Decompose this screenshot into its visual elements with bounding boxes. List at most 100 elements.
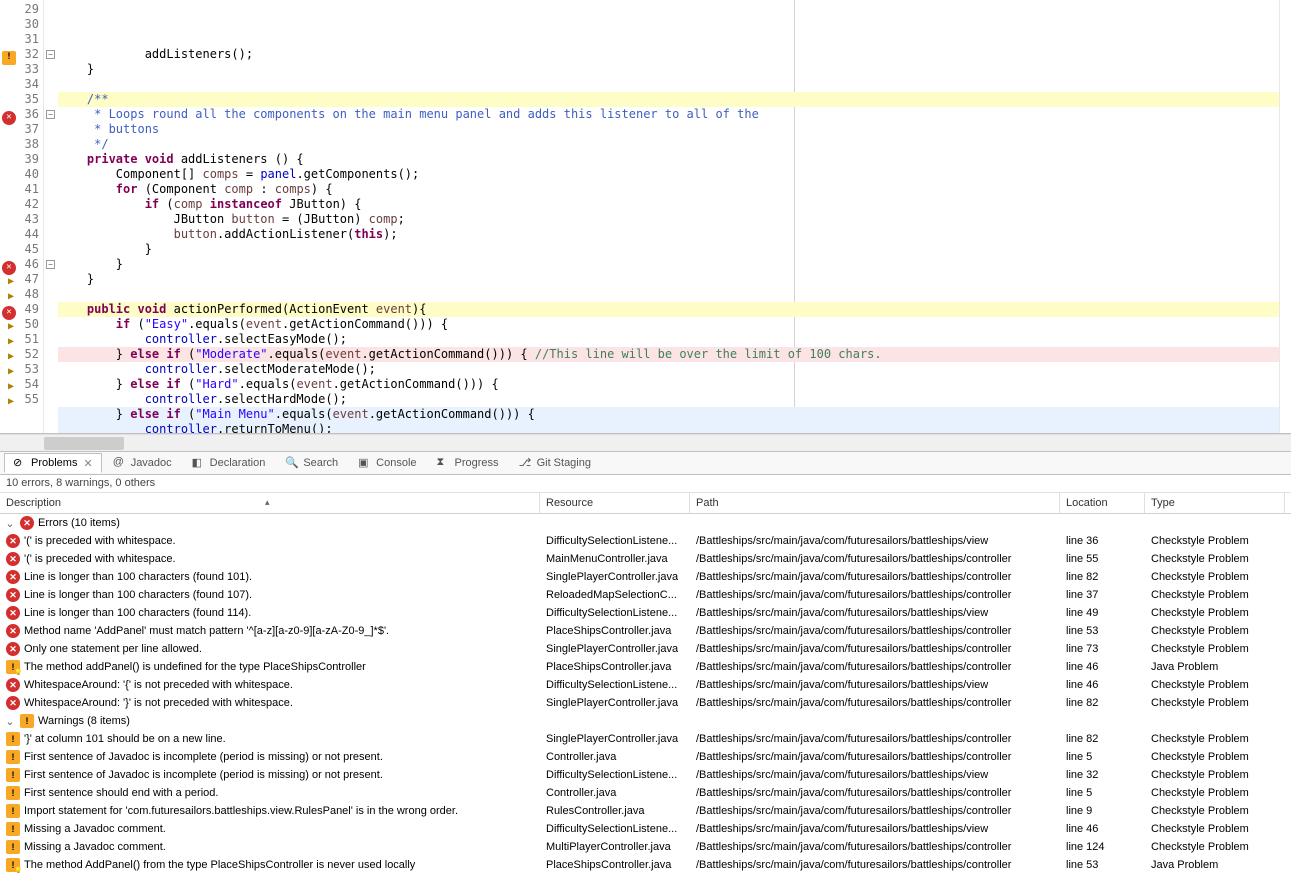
line-number[interactable]: 45 [0,242,43,257]
tab-git-staging[interactable]: ⎇Git Staging [510,453,600,473]
code-content[interactable]: addListeners(); } /** * Loops round all … [44,0,1279,433]
code-line[interactable]: * buttons [58,122,1279,137]
code-line[interactable]: /** [58,92,1279,107]
problem-row[interactable]: ✕Line is longer than 100 characters (fou… [0,568,1291,586]
problem-row[interactable]: ✕Line is longer than 100 characters (fou… [0,604,1291,622]
tab-progress[interactable]: ⧗Progress [428,453,508,473]
line-number[interactable]: 40 [0,167,43,182]
line-number-gutter[interactable]: 29303132!−33343536✕−37383940414243444546… [0,0,44,433]
code-line[interactable]: */ [58,137,1279,152]
code-line[interactable]: } else if ("Hard".equals(event.getAction… [58,377,1279,392]
code-line[interactable]: controller.selectModerateMode(); [58,362,1279,377]
code-line[interactable]: } [58,242,1279,257]
line-number[interactable]: 53▶ [0,362,43,377]
problem-row[interactable]: !Missing a Javadoc comment.DifficultySel… [0,820,1291,838]
line-number[interactable]: 47▶ [0,272,43,287]
line-number[interactable]: 44 [0,227,43,242]
code-line[interactable]: } [58,62,1279,77]
problem-row[interactable]: !'}' at column 101 should be on a new li… [0,730,1291,748]
expand-toggle-icon[interactable]: ⌄ [4,715,16,728]
line-number[interactable]: 42 [0,197,43,212]
warning-marker-icon: ! [2,48,14,60]
line-number[interactable]: 52▶ [0,347,43,362]
git-icon: ⎇ [519,456,533,470]
code-line[interactable] [58,77,1279,92]
line-number[interactable]: 36✕− [0,107,43,122]
problem-row[interactable]: !The method AddPanel() from the type Pla… [0,856,1291,874]
cell-description: !First sentence of Javadoc is incomplete… [0,749,540,765]
code-line[interactable]: if ("Easy".equals(event.getActionCommand… [58,317,1279,332]
line-number[interactable]: 55▶ [0,392,43,407]
line-number[interactable]: 54▶ [0,377,43,392]
problem-row[interactable]: !First sentence should end with a period… [0,784,1291,802]
overview-ruler[interactable] [1279,0,1291,433]
problem-row[interactable]: !First sentence of Javadoc is incomplete… [0,748,1291,766]
problem-row[interactable]: ✕'(' is preceded with whitespace.MainMen… [0,550,1291,568]
code-line[interactable]: controller.selectHardMode(); [58,392,1279,407]
line-number[interactable]: 35 [0,92,43,107]
problem-row[interactable]: !Missing a Javadoc comment.MultiPlayerCo… [0,838,1291,856]
code-line[interactable]: * Loops round all the components on the … [58,107,1279,122]
code-line[interactable]: controller.returnToMenu(); [58,422,1279,433]
code-editor[interactable]: 29303132!−33343536✕−37383940414243444546… [0,0,1291,434]
line-number[interactable]: 51▶ [0,332,43,347]
code-line[interactable]: } else if ("Moderate".equals(event.getAc… [58,347,1279,362]
problem-row[interactable]: !The method addPanel() is undefined for … [0,658,1291,676]
code-line[interactable]: } [58,272,1279,287]
code-line[interactable]: for (Component comp : comps) { [58,182,1279,197]
tab-console[interactable]: ▣Console [349,453,425,473]
column-type[interactable]: Type [1145,493,1285,513]
column-description[interactable]: Description [0,493,540,513]
tab-problems[interactable]: ⊘Problems✕ [4,453,102,473]
code-line[interactable]: } [58,257,1279,272]
problem-group[interactable]: ⌄!Warnings (8 items) [0,712,1291,730]
code-line[interactable]: if (comp instanceof JButton) { [58,197,1279,212]
line-number[interactable]: 38 [0,137,43,152]
code-line[interactable]: Component[] comps = panel.getComponents(… [58,167,1279,182]
table-header[interactable]: Description Resource Path Location Type [0,493,1291,514]
column-location[interactable]: Location [1060,493,1145,513]
problem-row[interactable]: ✕WhitespaceAround: '}' is not preceded w… [0,694,1291,712]
code-line[interactable]: public void actionPerformed(ActionEvent … [58,302,1279,317]
column-path[interactable]: Path [690,493,1060,513]
problem-row[interactable]: !First sentence of Javadoc is incomplete… [0,766,1291,784]
code-line[interactable]: JButton button = (JButton) comp; [58,212,1279,227]
code-line[interactable]: private void addListeners () { [58,152,1279,167]
problem-row[interactable]: ✕'(' is preceded with whitespace.Difficu… [0,532,1291,550]
expand-toggle-icon[interactable]: ⌄ [4,517,16,530]
scrollbar-thumb[interactable] [44,437,124,450]
line-number[interactable]: 32!− [0,47,43,62]
line-number[interactable]: 31 [0,32,43,47]
horizontal-scrollbar[interactable] [0,434,1291,451]
line-number[interactable]: 30 [0,17,43,32]
code-line[interactable]: controller.selectEasyMode(); [58,332,1279,347]
code-line[interactable]: } else if ("Main Menu".equals(event.getA… [58,407,1279,422]
line-number[interactable]: 41 [0,182,43,197]
code-line[interactable]: addListeners(); [58,47,1279,62]
problems-table[interactable]: Description Resource Path Location Type … [0,493,1291,877]
problem-group[interactable]: ⌄✕Errors (10 items) [0,514,1291,532]
tab-search[interactable]: 🔍Search [276,453,347,473]
line-number[interactable]: 29 [0,2,43,17]
line-number[interactable]: 33 [0,62,43,77]
tab-declaration[interactable]: ◧Declaration [183,453,275,473]
line-number[interactable]: 43 [0,212,43,227]
problem-row[interactable]: ✕Line is longer than 100 characters (fou… [0,586,1291,604]
line-number[interactable]: 50▶ [0,317,43,332]
line-number[interactable]: 34 [0,77,43,92]
column-resource[interactable]: Resource [540,493,690,513]
code-line[interactable] [58,287,1279,302]
line-number[interactable]: 46✕− [0,257,43,272]
line-number[interactable]: 49✕ [0,302,43,317]
close-icon[interactable]: ✕ [83,457,92,470]
code-line[interactable]: button.addActionListener(this); [58,227,1279,242]
line-number[interactable]: 39 [0,152,43,167]
line-number[interactable]: 48▶ [0,287,43,302]
line-number[interactable]: 37 [0,122,43,137]
problem-row[interactable]: ✕Only one statement per line allowed.Sin… [0,640,1291,658]
tab-javadoc[interactable]: @Javadoc [104,453,181,473]
problem-row[interactable]: !Import statement for 'com.futuresailors… [0,802,1291,820]
cell-location: line 53 [1060,858,1145,872]
problem-row[interactable]: ✕Method name 'AddPanel' must match patte… [0,622,1291,640]
problem-row[interactable]: ✕WhitespaceAround: '{' is not preceded w… [0,676,1291,694]
